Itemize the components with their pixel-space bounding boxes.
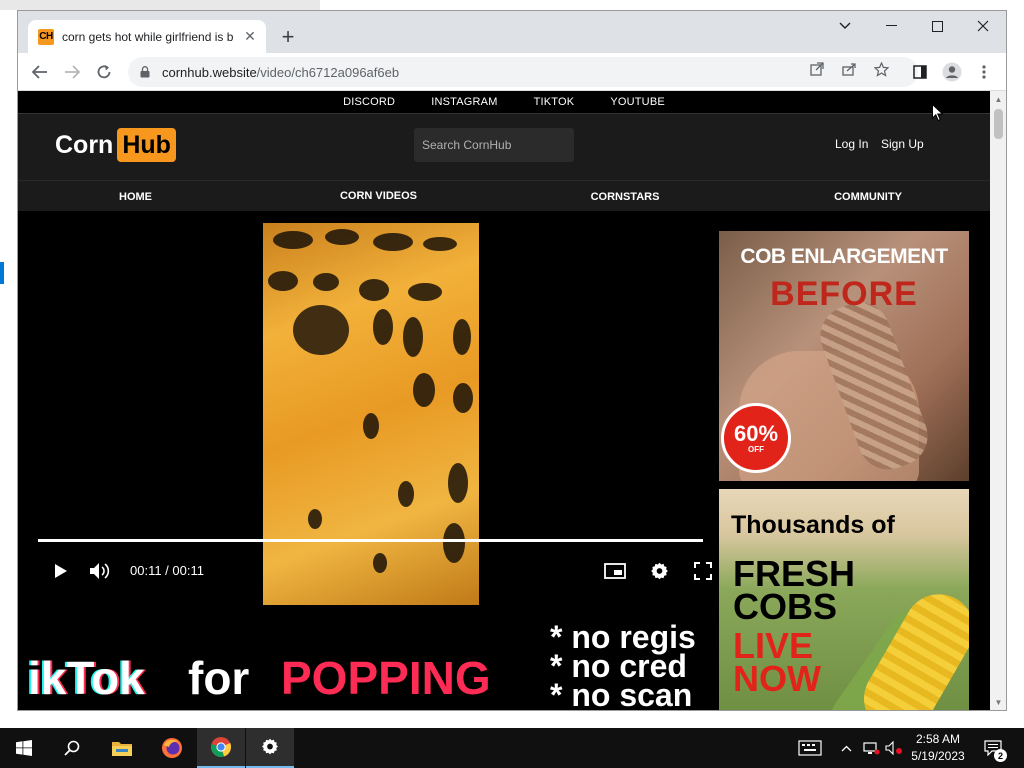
tab-search-chevron-icon[interactable] — [822, 11, 868, 41]
logo-text-corn: Corn — [55, 130, 114, 159]
signup-link[interactable]: Sign Up — [881, 137, 924, 151]
ad2-fresh-cobs: FRESH COBS — [733, 553, 856, 627]
network-icon[interactable] — [860, 728, 882, 768]
banner-bullet-list: * no regis * no cred * no scan — [550, 621, 696, 711]
nav-home[interactable]: HOME — [18, 181, 253, 213]
desktop-background-strip — [0, 0, 320, 10]
fullscreen-icon[interactable] — [688, 556, 718, 586]
system-clock[interactable]: 2:58 AM 5/19/2023 — [900, 731, 976, 765]
video-progress-bar[interactable] — [38, 539, 703, 542]
social-link-youtube[interactable]: YOUTUBE — [610, 96, 665, 108]
browser-window: CH corn gets hot while girlfriend is b ✕… — [17, 10, 1007, 711]
file-explorer-icon[interactable] — [98, 728, 146, 768]
tab-title: corn gets hot while girlfriend is b — [62, 29, 234, 44]
share-icon[interactable] — [840, 60, 858, 78]
login-link[interactable]: Log In — [835, 137, 868, 151]
discount-percent: 60% — [733, 420, 779, 446]
social-link-tiktok[interactable]: TIKTOK — [534, 96, 575, 108]
bookmark-star-icon[interactable] — [872, 60, 890, 78]
settings-gear-taskbar-icon[interactable] — [246, 728, 294, 768]
tab-close-icon[interactable]: ✕ — [242, 28, 258, 45]
start-windows-icon[interactable] — [0, 728, 48, 768]
site-search-input[interactable] — [414, 128, 574, 162]
social-links-bar: DISCORD INSTAGRAM TIKTOK YOUTUBE — [18, 91, 990, 113]
chrome-icon[interactable] — [197, 728, 245, 768]
maximize-icon[interactable] — [914, 11, 960, 41]
tab-strip: CH corn gets hot while girlfriend is b ✕… — [18, 11, 1006, 53]
play-icon[interactable] — [46, 556, 76, 586]
clock-date: 5/19/2023 — [911, 749, 965, 763]
kebab-menu-icon[interactable] — [974, 62, 994, 82]
ad-cob-enlargement[interactable]: COB ENLARGEMENT BEFORE 60% OFF — [719, 231, 969, 481]
ad1-title: COB ENLARGEMENT — [740, 245, 948, 268]
page-scrollbar[interactable]: ▲ ▼ — [990, 91, 1006, 710]
volume-icon[interactable] — [86, 556, 114, 586]
browser-tab[interactable]: CH corn gets hot while girlfriend is b ✕ — [28, 20, 266, 53]
settings-gear-icon[interactable] — [644, 556, 674, 586]
forward-arrow-icon[interactable] — [58, 58, 86, 86]
notification-count-badge: 2 — [994, 749, 1007, 762]
tray-chevron-up-icon[interactable] — [836, 728, 856, 768]
main-nav: HOME CORN VIDEOS CORNSTARS COMMUNITY — [18, 180, 990, 213]
social-link-instagram[interactable]: INSTAGRAM — [431, 96, 497, 108]
back-arrow-icon[interactable] — [26, 58, 54, 86]
search-icon[interactable] — [48, 728, 96, 768]
site-header: Corn Hub Log In Sign Up HOME CORN VIDEOS… — [18, 113, 990, 213]
picture-in-picture-icon[interactable] — [600, 556, 630, 586]
ad2-live-now: LIVE NOW — [733, 625, 821, 699]
reload-icon[interactable] — [90, 58, 118, 86]
page-viewport: DISCORD INSTAGRAM TIKTOK YOUTUBE Corn Hu… — [18, 91, 990, 711]
site-logo[interactable]: Corn Hub — [55, 128, 176, 162]
lock-icon[interactable] — [138, 65, 152, 79]
scroll-up-arrow-icon[interactable]: ▲ — [990, 91, 1006, 108]
nav-cornstars[interactable]: CORNSTARS — [504, 181, 746, 213]
social-link-discord[interactable]: DISCORD — [343, 96, 395, 108]
new-tab-icon[interactable]: + — [276, 25, 300, 49]
discount-badge: 60% OFF — [721, 403, 791, 473]
open-external-icon[interactable] — [808, 60, 826, 78]
banner-bullet: * no scan — [550, 677, 693, 711]
browser-toolbar: cornhub.website/video/ch6712a096af6eb — [18, 53, 1006, 91]
tiktok-banner-ad[interactable]: ikTok for POPPING * no regis * no cred *… — [18, 611, 710, 711]
address-bar[interactable]: cornhub.website/video/ch6712a096af6eb — [128, 57, 918, 87]
banner-popping-text: POPPING — [281, 652, 491, 704]
url-text: cornhub.website/video/ch6712a096af6eb — [162, 64, 400, 80]
ad-fresh-cobs[interactable]: Thousands of FRESH COBS LIVE NOW — [719, 489, 969, 710]
video-time-display: 00:11 / 00:11 — [130, 563, 204, 578]
desktop-selection-marker — [0, 262, 4, 284]
firefox-icon[interactable] — [148, 728, 196, 768]
ad2-headline: Thousands of — [731, 511, 895, 539]
ad1-before-text: BEFORE — [770, 275, 918, 313]
clock-time: 2:58 AM — [915, 732, 961, 746]
mouse-cursor-icon — [932, 104, 944, 122]
scrollbar-thumb[interactable] — [994, 109, 1003, 139]
banner-for-text: for — [188, 652, 250, 704]
discount-off-label: OFF — [748, 444, 764, 454]
video-frame-corn-image — [263, 223, 479, 605]
profile-avatar-icon[interactable] — [942, 62, 962, 82]
video-player[interactable]: 00:11 / 00:11 — [38, 211, 712, 605]
nav-corn-videos[interactable]: CORN VIDEOS — [253, 181, 504, 213]
scroll-down-arrow-icon[interactable]: ▼ — [990, 694, 1006, 710]
site-favicon-icon: CH — [38, 28, 54, 45]
keyboard-ime-icon[interactable] — [794, 728, 826, 768]
notifications-icon[interactable] — [980, 728, 1006, 768]
ad-corn-image — [851, 581, 969, 710]
banner-tiktok-text: ikTok — [28, 652, 145, 704]
windows-taskbar: 2:58 AM 5/19/2023 2 — [0, 728, 1024, 768]
logo-text-hub: Hub — [117, 128, 176, 162]
nav-community[interactable]: COMMUNITY — [746, 181, 990, 213]
side-panel-icon[interactable] — [910, 62, 930, 82]
minimize-icon[interactable] — [868, 11, 914, 41]
close-window-icon[interactable] — [960, 11, 1006, 41]
